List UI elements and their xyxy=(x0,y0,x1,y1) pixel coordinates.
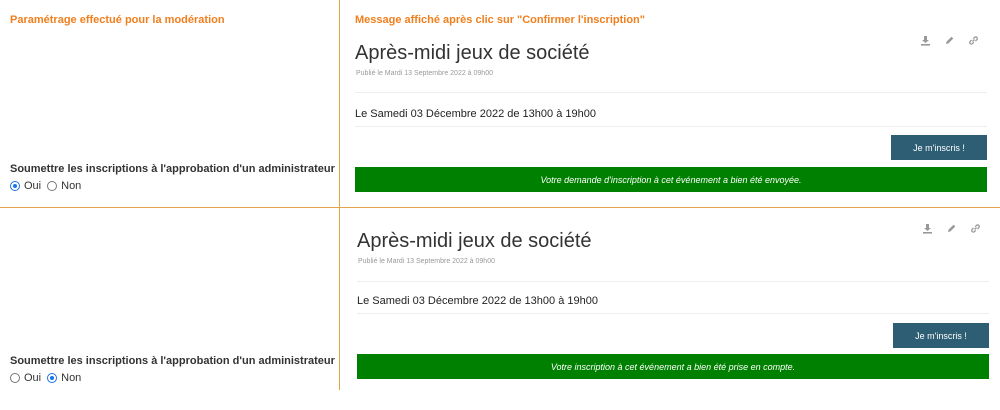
moderation-setting-2: Soumettre les inscriptions à l'approbati… xyxy=(10,355,335,384)
radio-yes[interactable] xyxy=(10,373,20,383)
register-button[interactable]: Je m'inscris ! xyxy=(891,135,987,160)
radio-yes-label: Oui xyxy=(24,372,42,384)
event-date: Le Samedi 03 Décembre 2022 de 13h00 à 19… xyxy=(355,108,596,120)
success-message: Votre inscription à cet événement a bien… xyxy=(357,354,989,379)
action-icons xyxy=(920,35,979,46)
link-icon[interactable] xyxy=(968,35,979,46)
action-icons xyxy=(922,223,981,234)
event-card-2: Après-midi jeux de société Publié le Mar… xyxy=(357,224,992,410)
separator xyxy=(355,126,987,127)
moderation-setting-1: Soumettre les inscriptions à l'approbati… xyxy=(10,163,335,192)
pencil-icon[interactable] xyxy=(946,223,957,234)
published-date: Publié le Mardi 13 Septembre 2022 à 09h0… xyxy=(356,70,493,77)
event-card-1: Après-midi jeux de société Publié le Mar… xyxy=(355,36,990,222)
event-title: Après-midi jeux de société xyxy=(355,42,590,64)
separator xyxy=(355,92,987,93)
separator xyxy=(357,281,989,282)
moderation-question: Soumettre les inscriptions à l'approbati… xyxy=(10,355,335,367)
download-icon[interactable] xyxy=(922,223,933,234)
moderation-settings-header: Paramétrage effectué pour la modération xyxy=(10,14,225,26)
radio-yes-label: Oui xyxy=(24,180,42,192)
published-date: Publié le Mardi 13 Septembre 2022 à 09h0… xyxy=(358,258,495,265)
message-header: Message affiché après clic sur "Confirme… xyxy=(355,14,645,26)
moderation-question: Soumettre les inscriptions à l'approbati… xyxy=(10,163,335,175)
vertical-divider xyxy=(339,0,340,390)
success-message: Votre demande d'inscription à cet événem… xyxy=(355,167,987,192)
event-title: Après-midi jeux de société xyxy=(357,230,592,252)
download-icon[interactable] xyxy=(920,35,931,46)
radio-no[interactable] xyxy=(47,373,58,383)
radio-no[interactable] xyxy=(47,181,58,191)
radio-no-label: Non xyxy=(61,372,82,384)
event-date: Le Samedi 03 Décembre 2022 de 13h00 à 19… xyxy=(357,295,598,307)
separator xyxy=(357,313,989,314)
radio-no-label: Non xyxy=(61,180,82,192)
pencil-icon[interactable] xyxy=(944,35,955,46)
link-icon[interactable] xyxy=(970,223,981,234)
radio-yes[interactable] xyxy=(10,181,20,191)
register-button[interactable]: Je m'inscris ! xyxy=(893,323,989,348)
